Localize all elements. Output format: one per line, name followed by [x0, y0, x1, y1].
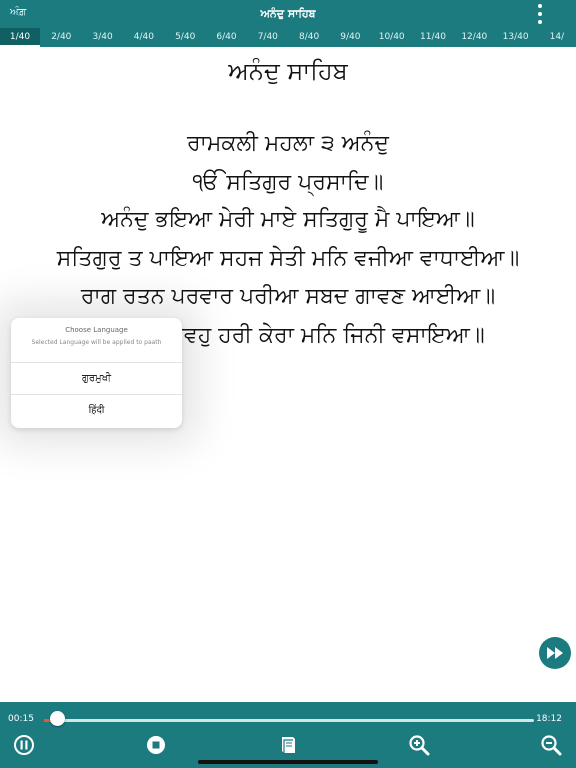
- verse-line: ਰਾਮਕਲੀ ਮਹਲਾ ੩ ਅਨੰਦੁ: [187, 131, 389, 156]
- page-tab[interactable]: 14/: [537, 28, 576, 47]
- verse-line: ਅਨੰਦੁ ਭਇਆ ਮੇਰੀ ਮਾਏ ਸਤਿਗੁਰੂ ਮੈ ਪਾਇਆ॥: [101, 207, 475, 232]
- page-tab[interactable]: 9/40: [330, 28, 370, 47]
- book-icon[interactable]: [277, 734, 299, 756]
- popup-subtitle: Selected Language will be applied to paa…: [31, 339, 162, 346]
- page-tab[interactable]: 8/40: [289, 28, 329, 47]
- language-option-gurmukhi[interactable]: ਗੁਰਮੁਖੀ: [11, 362, 182, 395]
- verse-line: ਸਤਿਗੁਰੁ ਤ ਪਾਇਆ ਸਹਜ ਸੇਤੀ ਮਨਿ ਵਜੀਆ ਵਾਧਾਈਆ॥: [56, 246, 520, 271]
- page-tab[interactable]: 13/40: [496, 28, 536, 47]
- home-indicator: [198, 760, 378, 764]
- zoom-out-icon[interactable]: [540, 734, 562, 756]
- page-tab[interactable]: 5/40: [165, 28, 205, 47]
- page-tab-bar: 1/40 2/40 3/40 4/40 5/40 6/40 7/40 8/40 9/40 10/4…: [0, 28, 576, 47]
- progress-track[interactable]: [44, 719, 534, 722]
- language-option-hindi[interactable]: हिंदी: [11, 394, 182, 427]
- current-time: 00:15: [8, 714, 34, 724]
- page-tab[interactable]: 6/40: [207, 28, 247, 47]
- stop-icon[interactable]: [145, 734, 167, 756]
- language-popup: Choose Language Selected Language will b…: [11, 318, 182, 428]
- verse-line: ੴ ਸਤਿਗੁਰ ਪ੍ਰਸਾਦਿ॥: [192, 170, 384, 195]
- progress-thumb[interactable]: [49, 711, 65, 726]
- app-title: ਅਨੰਦੁ ਸਾਹਿਬ: [260, 7, 316, 20]
- fast-forward-icon: [547, 647, 563, 659]
- page-tab[interactable]: 7/40: [248, 28, 288, 47]
- page-tab[interactable]: 3/40: [83, 28, 123, 47]
- zoom-in-icon[interactable]: [408, 734, 430, 756]
- top-bar: ਅੰਗ਼ ਅਨੰਦੁ ਸਾਹਿਬ: [0, 0, 576, 28]
- more-vertical-icon[interactable]: [534, 4, 546, 24]
- pause-icon[interactable]: [13, 734, 35, 756]
- verse-line: ਰਾਗ ਰਤਨ ਪਰਵਾਰ ਪਰੀਆ ਸਬਦ ਗਾਵਣ ਆਈਆ॥: [80, 284, 496, 309]
- total-time: 18:12: [536, 714, 562, 724]
- page-tab[interactable]: 11/40: [413, 28, 453, 47]
- page-heading: ਅਨੰਦੁ ਸਾਹਿਬ: [228, 57, 348, 85]
- popup-title: Choose Language: [65, 326, 128, 334]
- page-tab[interactable]: 10/40: [372, 28, 412, 47]
- page-tab[interactable]: 12/40: [454, 28, 494, 47]
- page-tab[interactable]: 2/40: [41, 28, 81, 47]
- fast-forward-button[interactable]: [539, 637, 571, 669]
- page-tab[interactable]: 1/40: [0, 28, 40, 47]
- page-tab[interactable]: 4/40: [124, 28, 164, 47]
- player-bar: 00:15 18:12: [0, 702, 576, 768]
